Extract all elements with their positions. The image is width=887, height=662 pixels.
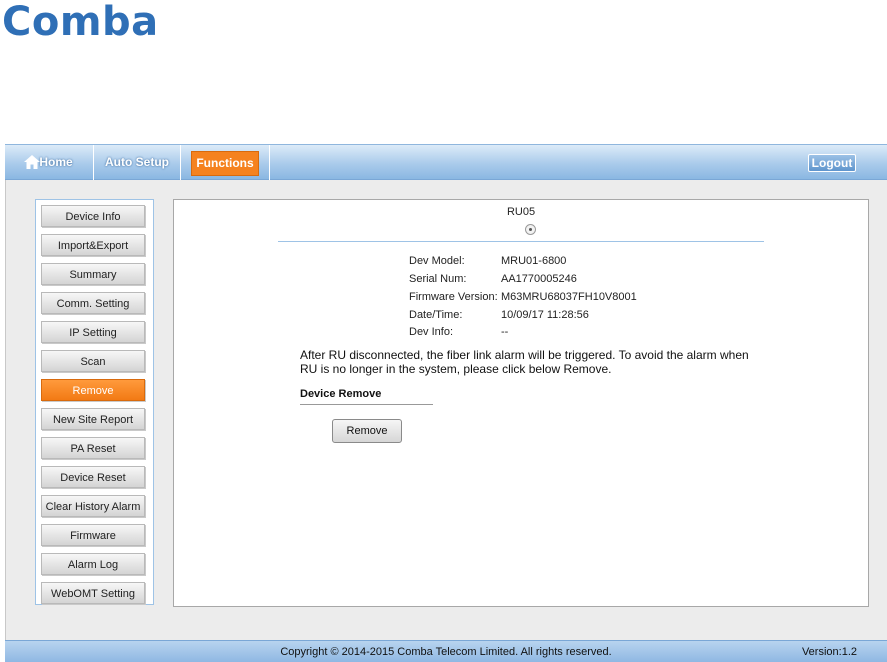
remove-button[interactable]: Remove bbox=[332, 419, 402, 443]
unit-radio-button[interactable] bbox=[525, 224, 536, 235]
logout-button[interactable]: Logout bbox=[808, 154, 856, 172]
content-panel: RU05 Dev Model: MRU01-6800 Serial Num: A… bbox=[173, 199, 869, 607]
sidebar-item-webomt-setting[interactable]: WebOMT Setting bbox=[41, 582, 145, 604]
sidebar-item-summary[interactable]: Summary bbox=[41, 263, 145, 285]
footer: Copyright © 2014-2015 Comba Telecom Limi… bbox=[5, 640, 887, 662]
info-label-dev-info: Dev Info: bbox=[409, 326, 454, 338]
version-text: Version:1.2 bbox=[801, 646, 857, 658]
sidebar-item-remove[interactable]: Remove bbox=[41, 379, 145, 401]
divider bbox=[278, 241, 764, 242]
sidebar-item-firmware[interactable]: Firmware bbox=[41, 524, 145, 546]
sidebar-item-ip-setting[interactable]: IP Setting bbox=[41, 321, 145, 343]
sidebar-item-alarm-log[interactable]: Alarm Log bbox=[41, 553, 145, 575]
nav-functions-tab[interactable]: Functions bbox=[181, 145, 270, 180]
info-label-firmware-version: Firmware Version: bbox=[409, 291, 498, 303]
section-title: Device Remove bbox=[300, 388, 382, 400]
sidebar-item-device-reset[interactable]: Device Reset bbox=[41, 466, 145, 488]
sidebar-item-import-export[interactable]: Import&Export bbox=[41, 234, 145, 256]
sidebar-menu: Device Info Import&Export Summary Comm. … bbox=[35, 199, 154, 605]
info-label-dev-model: Dev Model: bbox=[409, 255, 465, 267]
section-divider bbox=[300, 404, 433, 405]
nav-home-label: Home bbox=[39, 155, 73, 169]
sidebar-item-scan[interactable]: Scan bbox=[41, 350, 145, 372]
sidebar-item-pa-reset[interactable]: PA Reset bbox=[41, 437, 145, 459]
sidebar-item-new-site-report[interactable]: New Site Report bbox=[41, 408, 145, 430]
comba-logo: Comba bbox=[2, 0, 159, 45]
nav-home[interactable]: Home bbox=[5, 145, 94, 180]
sidebar-item-comm-setting[interactable]: Comm. Setting bbox=[41, 292, 145, 314]
copyright-text: Copyright © 2014-2015 Comba Telecom Limi… bbox=[280, 646, 612, 658]
info-label-serial-num: Serial Num: bbox=[409, 273, 467, 285]
nav-functions[interactable]: Functions bbox=[191, 151, 259, 176]
info-value-dev-model: MRU01-6800 bbox=[501, 255, 567, 267]
nav-auto-setup[interactable]: Auto Setup bbox=[94, 145, 181, 180]
info-label-date-time: Date/Time: bbox=[409, 309, 463, 321]
top-nav-bar: Home Auto Setup Functions Logout bbox=[5, 144, 887, 180]
info-value-firmware-version: M63MRU68037FH10V8001 bbox=[501, 291, 637, 303]
unit-name: RU05 bbox=[506, 206, 536, 218]
remove-note: After RU disconnected, the fiber link al… bbox=[300, 348, 749, 376]
info-value-dev-info: -- bbox=[501, 326, 509, 338]
home-icon bbox=[24, 155, 40, 169]
info-value-serial-num: AA1770005246 bbox=[501, 273, 577, 285]
sidebar-item-clear-history-alarm[interactable]: Clear History Alarm bbox=[41, 495, 145, 517]
sidebar-item-device-info[interactable]: Device Info bbox=[41, 205, 145, 227]
info-value-date-time: 10/09/17 11:28:56 bbox=[501, 309, 589, 321]
